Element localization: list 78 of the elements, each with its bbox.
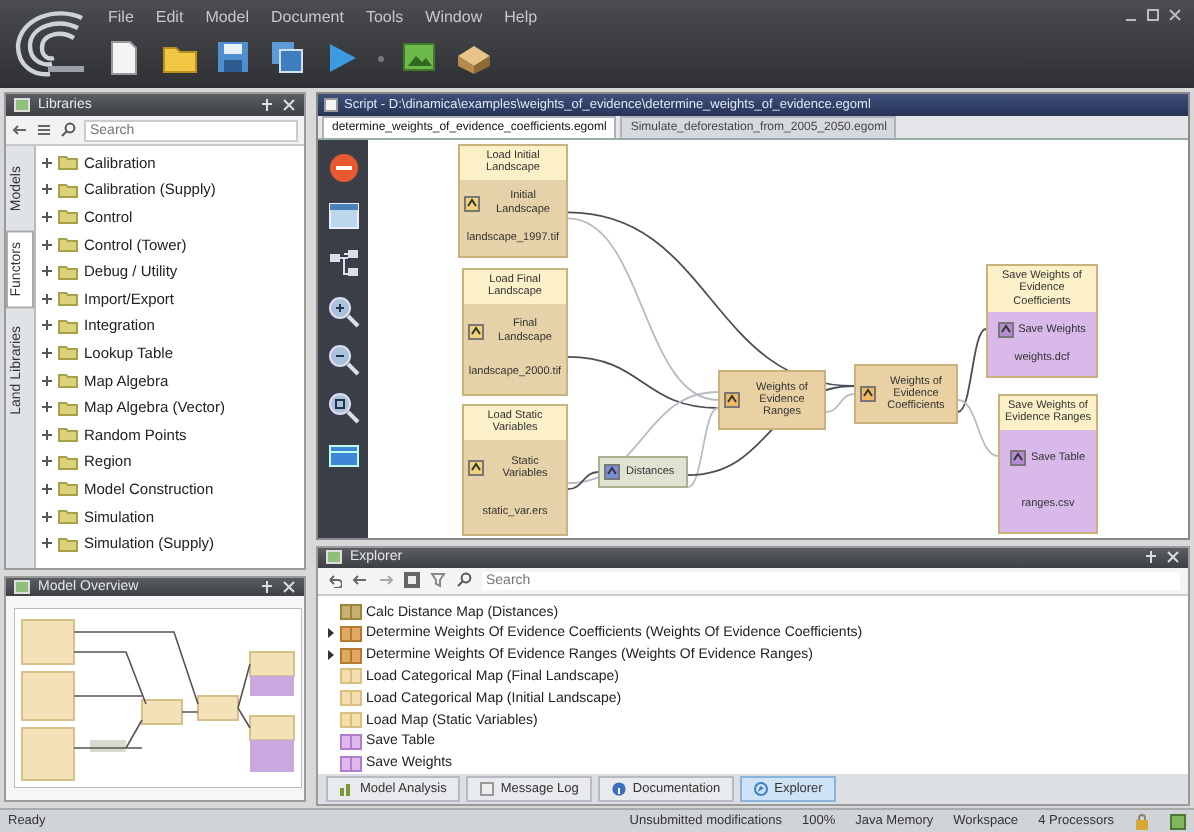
- search-icon: [456, 572, 472, 589]
- functor-icon: [1010, 449, 1027, 466]
- pin-icon[interactable]: [1144, 550, 1158, 565]
- maximize-icon[interactable]: [1146, 8, 1160, 22]
- functor-icon: [724, 392, 740, 408]
- compass-icon: [754, 782, 769, 796]
- expand-icon[interactable]: [42, 347, 52, 358]
- expand-icon[interactable]: [42, 402, 52, 413]
- expand-icon[interactable]: [42, 429, 52, 440]
- filter-icon[interactable]: [430, 572, 446, 589]
- panel-icon: [14, 580, 30, 594]
- close-icon[interactable]: [282, 98, 296, 112]
- memory-icon: [1170, 813, 1186, 829]
- expand-icon[interactable]: [42, 511, 52, 522]
- pin-icon[interactable]: [260, 580, 274, 594]
- panel-icon[interactable]: [327, 440, 359, 472]
- expand-icon[interactable]: [42, 293, 52, 304]
- document-icon: [324, 98, 338, 112]
- expand-icon[interactable]: [42, 157, 52, 168]
- expand-icon[interactable]: [42, 456, 52, 467]
- back-icon[interactable]: [12, 122, 28, 138]
- box-icon[interactable]: [456, 40, 492, 76]
- functor-icon: [464, 195, 480, 212]
- panel-icon: [326, 550, 342, 565]
- expand-icon[interactable]: [42, 538, 52, 549]
- search-icon: [60, 122, 76, 138]
- zoom-fit-icon[interactable]: [327, 392, 359, 424]
- functor-icon: [340, 668, 362, 685]
- menu-item[interactable]: Edit: [155, 7, 184, 25]
- hierarchy-icon[interactable]: [327, 248, 359, 280]
- zoom-out-icon[interactable]: [327, 344, 359, 376]
- functor-icon: [340, 690, 362, 707]
- expand-icon[interactable]: [42, 184, 52, 195]
- save-icon[interactable]: [216, 40, 252, 76]
- functor-icon: [340, 604, 362, 621]
- undo-icon[interactable]: [326, 572, 342, 589]
- menu-item[interactable]: Document: [270, 7, 344, 25]
- menu-item[interactable]: Model: [205, 7, 249, 25]
- view-icon[interactable]: [404, 572, 420, 589]
- functor-icon: [340, 755, 362, 772]
- functor-icon: [340, 712, 362, 728]
- functor-icon: [860, 386, 876, 402]
- logo-icon: [12, 6, 88, 78]
- expand-icon[interactable]: [42, 375, 52, 386]
- functor-icon: [340, 733, 362, 750]
- close-icon[interactable]: [1168, 8, 1182, 22]
- expand-icon[interactable]: [42, 239, 52, 250]
- chart-icon: [340, 782, 354, 796]
- back-icon[interactable]: [352, 572, 368, 589]
- pin-icon[interactable]: [260, 98, 274, 112]
- menu-item[interactable]: Window: [425, 7, 483, 25]
- panel-icon: [14, 98, 30, 112]
- menu-item[interactable]: Tools: [365, 7, 404, 25]
- separator-icon: [378, 55, 384, 61]
- menu-item[interactable]: File: [108, 7, 134, 25]
- info-icon: [612, 782, 627, 796]
- log-icon: [480, 782, 495, 796]
- run-icon[interactable]: [324, 40, 360, 76]
- expand-icon[interactable]: [42, 483, 52, 494]
- menu-item[interactable]: Help: [504, 7, 538, 25]
- functor-icon: [604, 464, 620, 480]
- close-icon[interactable]: [1166, 550, 1180, 565]
- functor-icon: [468, 460, 484, 477]
- save-all-icon[interactable]: [270, 40, 306, 76]
- functor-icon: [998, 322, 1015, 339]
- functor-icon: [340, 647, 362, 664]
- expand-icon[interactable]: [42, 211, 52, 222]
- list-icon[interactable]: [36, 122, 52, 138]
- expand-icon[interactable]: [42, 266, 52, 277]
- expand-icon[interactable]: [42, 320, 52, 331]
- lock-icon: [1134, 813, 1150, 829]
- stop-icon[interactable]: [327, 152, 359, 184]
- window-icon[interactable]: [327, 200, 359, 232]
- functor-icon: [340, 625, 362, 642]
- zoom-in-icon[interactable]: [327, 296, 359, 328]
- functor-icon: [468, 323, 484, 340]
- close-icon[interactable]: [282, 580, 296, 594]
- image-icon[interactable]: [402, 40, 438, 76]
